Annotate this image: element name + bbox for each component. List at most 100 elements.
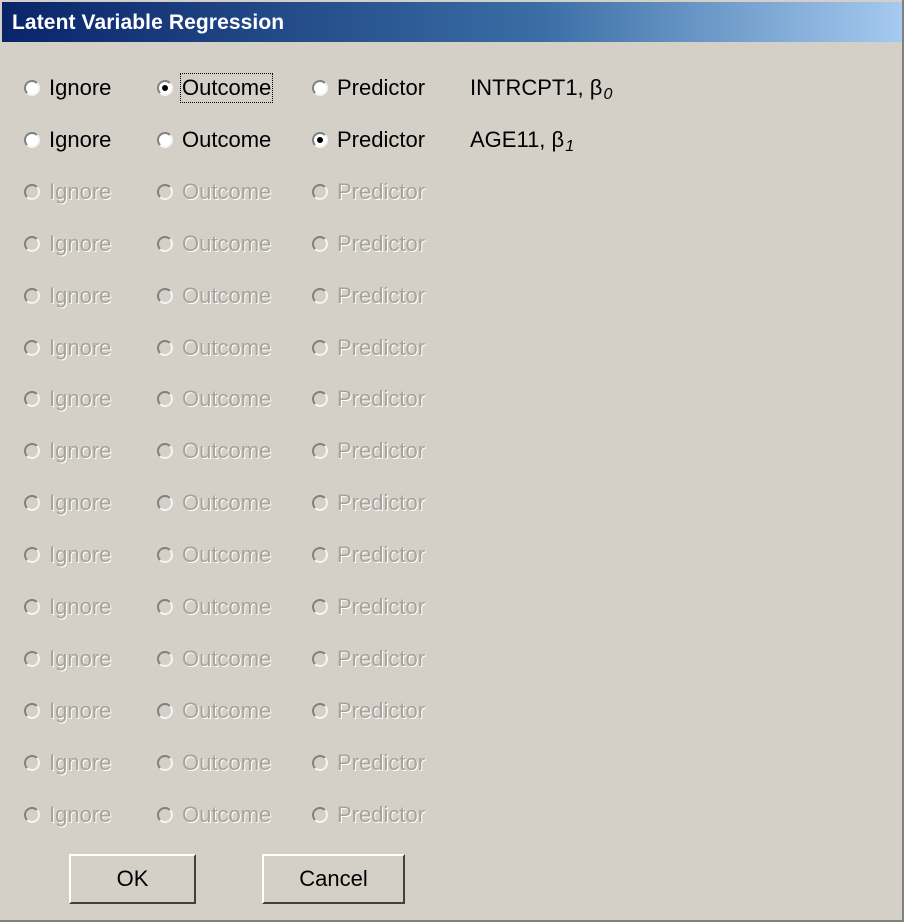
ignore-option[interactable]: Ignore [24,68,111,108]
outcome-option: Outcome [157,328,271,368]
ignore-label: Ignore [49,75,112,100]
outcome-radio [157,443,173,459]
ignore-label: Ignore [49,231,112,256]
predictor-label: Predictor [337,594,426,619]
ignore-option: Ignore [24,224,111,264]
variable-row: Ignore Outcome Predictor [0,691,904,731]
ignore-option: Ignore [24,639,111,679]
ignore-radio [24,599,40,615]
ignore-label: Ignore [49,594,112,619]
ignore-label: Ignore [49,802,112,827]
ignore-radio [24,755,40,771]
ignore-radio [24,547,40,563]
outcome-radio[interactable] [157,132,173,148]
ignore-option: Ignore [24,483,111,523]
predictor-option: Predictor [312,795,425,835]
variable-row: Ignore Outcome Predictor [0,795,904,835]
predictor-label: Predictor [337,335,426,360]
outcome-label: Outcome [182,231,272,256]
outcome-option: Outcome [157,172,271,212]
cancel-button[interactable]: Cancel [262,854,405,904]
ignore-label: Ignore [49,283,112,308]
outcome-label: Outcome [182,802,272,827]
outcome-option: Outcome [157,691,271,731]
predictor-option[interactable]: Predictor [312,68,425,108]
ignore-label: Ignore [49,750,112,775]
outcome-radio [157,703,173,719]
outcome-radio [157,599,173,615]
outcome-label: Outcome [179,73,274,103]
predictor-label: Predictor [337,698,426,723]
ignore-option: Ignore [24,535,111,575]
ignore-option: Ignore [24,379,111,419]
outcome-radio [157,236,173,252]
predictor-radio [312,340,328,356]
outcome-option: Outcome [157,276,271,316]
predictor-radio [312,807,328,823]
title-bar[interactable]: Latent Variable Regression [2,2,902,42]
predictor-radio [312,495,328,511]
predictor-radio [312,443,328,459]
ignore-label: Ignore [49,490,112,515]
predictor-label: Predictor [337,283,426,308]
ignore-option: Ignore [24,691,111,731]
predictor-label: Predictor [337,231,426,256]
outcome-option: Outcome [157,795,271,835]
ignore-label: Ignore [49,335,112,360]
predictor-radio [312,703,328,719]
ignore-option: Ignore [24,743,111,783]
ignore-option[interactable]: Ignore [24,120,111,160]
outcome-label: Outcome [182,698,272,723]
outcome-option: Outcome [157,483,271,523]
predictor-option[interactable]: Predictor [312,120,425,160]
variable-row: Ignore Outcome Predictor [0,172,904,212]
ignore-radio [24,184,40,200]
predictor-radio [312,651,328,667]
ignore-label: Ignore [49,698,112,723]
outcome-radio [157,755,173,771]
predictor-label: Predictor [337,802,426,827]
outcome-option[interactable]: Outcome [157,120,271,160]
predictor-option: Predictor [312,535,425,575]
ignore-option: Ignore [24,431,111,471]
ignore-label: Ignore [49,179,112,204]
variable-subscript: 1 [565,138,575,155]
predictor-option: Predictor [312,431,425,471]
predictor-label: Predictor [337,646,426,671]
ignore-label: Ignore [49,386,112,411]
ignore-label: Ignore [49,646,112,671]
ignore-radio [24,651,40,667]
variable-name: INTRCPT1, β0 [470,68,612,108]
outcome-radio [157,651,173,667]
outcome-option[interactable]: Outcome [157,68,274,108]
outcome-radio [157,184,173,200]
predictor-radio[interactable] [312,80,328,96]
ignore-radio[interactable] [24,80,40,96]
outcome-radio [157,807,173,823]
ignore-radio [24,288,40,304]
predictor-label: Predictor [337,75,426,100]
outcome-radio [157,547,173,563]
outcome-option: Outcome [157,535,271,575]
predictor-radio [312,184,328,200]
ignore-radio[interactable] [24,132,40,148]
outcome-radio[interactable] [157,80,173,96]
outcome-label: Outcome [182,750,272,775]
variable-label: AGE11, β [470,127,565,152]
outcome-option: Outcome [157,587,271,627]
predictor-option: Predictor [312,587,425,627]
predictor-label: Predictor [337,438,426,463]
predictor-radio[interactable] [312,132,328,148]
variable-row: Ignore Outcome Predictor [0,639,904,679]
outcome-radio [157,495,173,511]
variable-row: Ignore Outcome Predictor [0,224,904,264]
outcome-radio [157,391,173,407]
dialog-window: Latent Variable Regression Ignore Outcome… [0,0,904,922]
ok-button[interactable]: OK [69,854,196,904]
outcome-option: Outcome [157,224,271,264]
predictor-option: Predictor [312,743,425,783]
outcome-option: Outcome [157,639,271,679]
window-title: Latent Variable Regression [12,11,285,34]
ignore-label: Ignore [49,127,112,152]
outcome-option: Outcome [157,431,271,471]
